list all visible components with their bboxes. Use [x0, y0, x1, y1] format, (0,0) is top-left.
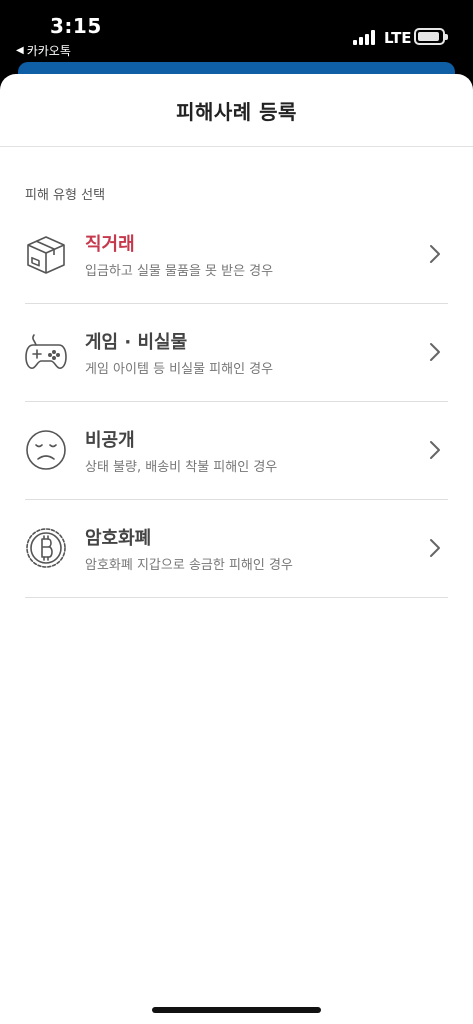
chevron-right-icon [430, 245, 440, 263]
item-title: 직거래 [85, 234, 135, 255]
item-title: 비공개 [85, 430, 135, 451]
signal-icon [353, 30, 379, 45]
status-bar: 3:15 ◀ 카카오톡 LTE [0, 0, 473, 64]
sheet-title: 피해사례 등록 [176, 99, 297, 124]
bitcoin-icon [26, 528, 66, 568]
list-item-game-nonphysical[interactable]: 게임 · 비실물 게임 아이템 등 비실물 피해인 경우 [25, 304, 448, 402]
back-triangle-icon: ◀ [16, 45, 24, 56]
damage-type-list: 직거래 입금하고 실물 물품을 못 받은 경우 게임 · 비실물 게임 아이템 … [25, 206, 448, 598]
list-item-direct-trade[interactable]: 직거래 입금하고 실물 물품을 못 받은 경우 [25, 206, 448, 304]
battery-icon [414, 28, 448, 45]
item-description: 게임 아이템 등 비실물 피해인 경우 [85, 362, 274, 377]
item-title: 게임 · 비실물 [85, 332, 188, 353]
list-item-private[interactable]: 비공개 상태 불량, 배송비 착불 피해인 경우 [25, 402, 448, 500]
chevron-right-icon [430, 343, 440, 361]
chevron-right-icon [430, 539, 440, 557]
item-description: 입금하고 실물 물품을 못 받은 경우 [85, 264, 274, 279]
item-description: 암호화폐 지갑으로 송금한 피해인 경우 [85, 558, 293, 573]
network-type: LTE [384, 29, 412, 47]
bottom-sheet: 피해사례 등록 피해 유형 선택 직거래 입금하고 실물 물품을 못 받은 경우 [0, 74, 473, 1024]
item-description: 상태 불량, 배송비 착불 피해인 경우 [85, 460, 278, 475]
section-label: 피해 유형 선택 [25, 188, 106, 203]
item-title: 암호화폐 [85, 528, 152, 549]
sad-face-icon [26, 430, 66, 470]
list-item-crypto[interactable]: 암호화폐 암호화폐 지갑으로 송금한 피해인 경우 [25, 500, 448, 598]
gamepad-icon [25, 334, 67, 369]
box-icon [27, 236, 65, 274]
sheet-header: 피해사례 등록 [0, 74, 473, 147]
home-indicator[interactable] [152, 1007, 321, 1013]
status-time: 3:15 [50, 14, 102, 38]
back-app-label: 카카오톡 [26, 44, 71, 58]
back-to-app-link[interactable]: ◀ 카카오톡 [16, 42, 71, 59]
chevron-right-icon [430, 441, 440, 459]
